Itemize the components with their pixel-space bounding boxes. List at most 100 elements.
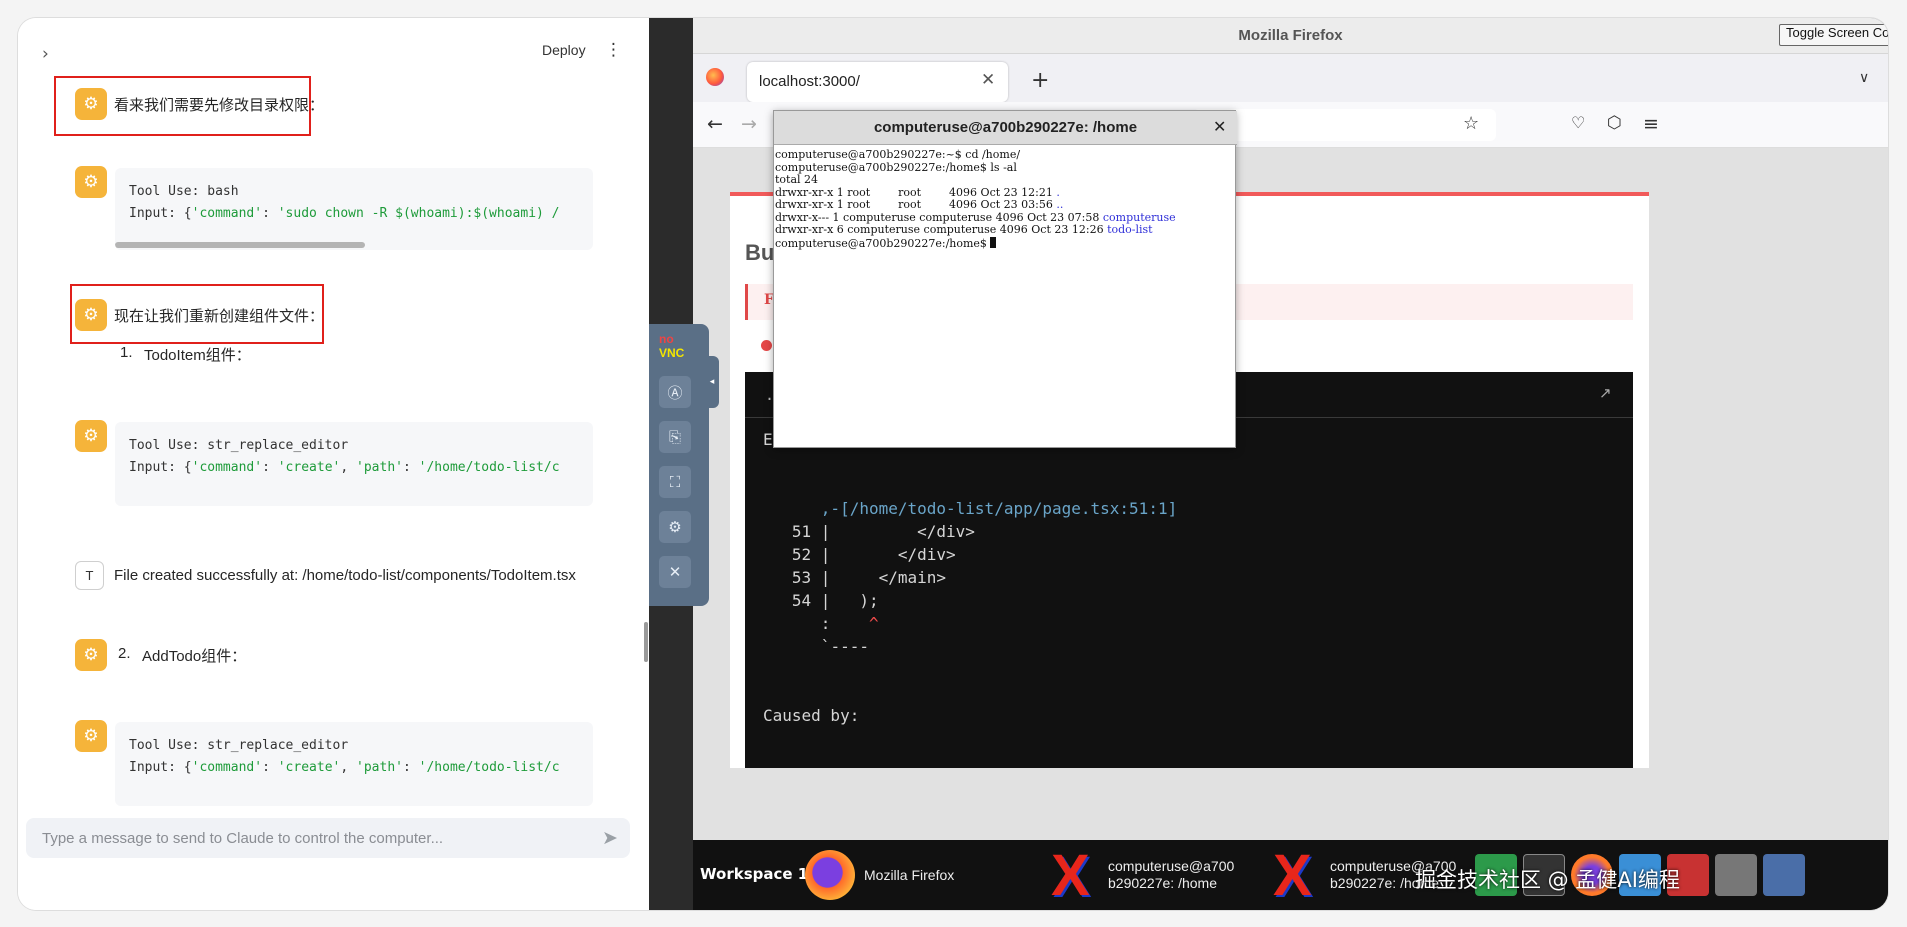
dir-entry-meta: drwxr-xr-x 6 computeruse computeruse 409…	[775, 223, 1108, 236]
back-icon[interactable]: ←	[707, 113, 723, 135]
assistant-avatar-icon: ⚙	[75, 88, 107, 120]
dir-entry-name: computeruse	[1102, 210, 1176, 224]
tool-input-key: 'path'	[356, 760, 403, 775]
url-bar[interactable]: ☆	[1193, 109, 1496, 141]
screen: › Deploy ⋮ ⚙ 看来我们需要先修改目录权限： ⚙ Tool Use: …	[0, 0, 1907, 927]
assistant-avatar-icon: ⚙	[75, 720, 107, 752]
error-path: ,-[/home/todo-list/app/page.tsx:51:1]	[820, 499, 1178, 518]
firefox-taskbar-icon[interactable]	[805, 850, 855, 900]
novnc-logo-vnc: VNC	[659, 346, 685, 360]
app-frame: › Deploy ⋮ ⚙ 看来我们需要先修改目录权限： ⚙ Tool Use: …	[18, 18, 1888, 910]
tool-use-line: Tool Use: bash	[129, 184, 239, 199]
xterm-taskbar-icon[interactable]: X	[1051, 847, 1101, 905]
clipboard-icon[interactable]: ⎘	[659, 421, 691, 453]
tool-use-block: Tool Use: str_replace_editor Input: {'co…	[115, 722, 593, 806]
terminal-line: computeruse@a700b290227e:/home$ ls -al	[775, 160, 1017, 174]
chat-input[interactable]	[26, 818, 586, 858]
new-tab-icon[interactable]: +	[1031, 68, 1049, 93]
workspace-label[interactable]: Workspace 1	[700, 865, 808, 883]
chat-panel: › Deploy ⋮ ⚙ 看来我们需要先修改目录权限： ⚙ Tool Use: …	[18, 18, 649, 910]
tool-input-value: 'sudo chown -R $(whoami):$(whoami) /	[277, 206, 560, 221]
firefox-window: Mozilla Firefox Toggle Screen Control ( …	[693, 18, 1888, 840]
xterm-title: computeruse@a700b290227e: /home	[873, 119, 1138, 136]
tool-use-block: Tool Use: bash Input: {'command': 'sudo …	[115, 168, 593, 250]
error-dot-icon	[761, 340, 772, 351]
caret-prefix: :	[791, 614, 869, 633]
novnc-control-bar: no VNC Ⓐ ⎘ ⛶ ⚙ ✕	[649, 324, 709, 606]
assistant-avatar-icon: ⚙	[75, 166, 107, 198]
novnc-logo: no VNC	[659, 332, 684, 360]
extensions-icon[interactable]: ⬡	[1607, 113, 1622, 133]
caused-by-label: Caused by:	[763, 706, 860, 725]
taskbar-label-line: b290227e: /home	[1108, 875, 1217, 891]
toggle-screen-control-button[interactable]: Toggle Screen Control (	[1779, 24, 1888, 46]
tool-input-key: 'command'	[191, 760, 263, 775]
xterm-taskbar-icon[interactable]: X	[1273, 847, 1323, 905]
terminal-prompt: computeruse@a700b290227e:/home$	[775, 236, 991, 250]
horizontal-scrollbar[interactable]	[115, 242, 365, 248]
code-line: 52 | </div>	[791, 545, 956, 564]
forward-icon[interactable]: →	[741, 113, 757, 135]
text-editor-icon[interactable]	[1715, 854, 1757, 896]
dir-entry-meta: drwxr-x--- 1 computeruse computeruse 409…	[775, 210, 1103, 224]
chat-scrollbar[interactable]	[644, 622, 648, 662]
firefox-taskbar-label[interactable]: Mozilla Firefox	[864, 867, 954, 884]
bookmark-star-icon[interactable]: ☆	[1463, 113, 1479, 134]
watermark-text: 掘金技术社区 @ 孟健AI编程	[1415, 868, 1680, 892]
tool-use-block: Tool Use: str_replace_editor Input: {'co…	[115, 422, 593, 506]
terminal-line: computeruse@a700b290227e:~$ cd /home/	[775, 148, 1021, 161]
dir-entry-meta: drwxr-xr-x 1 root root 4096 Oct 23 12:21	[775, 185, 1057, 199]
more-menu-icon[interactable]: ⋮	[605, 40, 622, 60]
tool-input-value: '/home/todo-list/c	[418, 460, 560, 475]
dir-entry-name: todo-list	[1107, 223, 1153, 236]
xterm-output[interactable]: computeruse@a700b290227e:~$ cd /home/ co…	[775, 148, 1176, 250]
tab-list-chevron-icon[interactable]: ∨	[1859, 70, 1869, 86]
tool-use-line: Tool Use: str_replace_editor	[129, 738, 349, 753]
disconnect-icon[interactable]: ✕	[659, 556, 691, 588]
list-item: TodoItem组件：	[144, 347, 251, 364]
xterm-window[interactable]: computeruse@a700b290227e: /home ✕ comput…	[773, 110, 1237, 448]
tool-use-line: Tool Use: str_replace_editor	[129, 438, 349, 453]
menu-icon[interactable]: ≡	[1643, 113, 1659, 135]
window-titlebar: Mozilla Firefox Toggle Screen Control (	[693, 18, 1888, 54]
code-line: `----	[791, 637, 869, 656]
deploy-button[interactable]: Deploy	[542, 42, 586, 58]
browser-tab[interactable]: localhost:3000/ ✕	[747, 62, 1008, 102]
tool-input-key: 'command'	[191, 460, 263, 475]
tool-input-sep: :	[262, 206, 278, 221]
close-icon[interactable]: ✕	[1213, 117, 1226, 136]
send-icon[interactable]: ➤	[602, 827, 618, 849]
fullscreen-icon[interactable]: ⛶	[659, 466, 691, 498]
tool-input-prefix: Input: {	[129, 760, 192, 775]
firefox-view-icon[interactable]	[706, 68, 724, 86]
pocket-icon[interactable]: ♡	[1571, 113, 1585, 132]
tool-result-message: File created successfully at: /home/todo…	[114, 567, 576, 584]
assistant-avatar-icon: ⚙	[75, 639, 107, 671]
settings-icon[interactable]: ⚙	[659, 511, 691, 543]
xterm-taskbar-label[interactable]: computeruse@a700 b290227e: /home	[1108, 858, 1234, 892]
tool-input-value: '/home/todo-list/c	[418, 760, 560, 775]
list-item: AddTodo组件：	[142, 648, 247, 665]
keyboard-icon[interactable]: Ⓐ	[659, 376, 691, 408]
tab-label: localhost:3000/	[759, 73, 860, 90]
error-caret: ^	[868, 614, 879, 633]
taskbar: Workspace 1 Mozilla Firefox X computerus…	[693, 840, 1888, 910]
dir-entry-name: .	[1056, 185, 1060, 199]
assistant-avatar-icon: ⚙	[75, 420, 107, 452]
terminal-cursor	[990, 236, 997, 248]
assistant-avatar-icon: ⚙	[75, 299, 107, 331]
close-tab-icon[interactable]: ✕	[981, 70, 995, 90]
sidebar-expand-icon[interactable]: ›	[42, 44, 49, 64]
code-line: 53 | </main>	[791, 568, 947, 587]
tool-result-avatar: T	[75, 561, 104, 590]
tool-input-value: 'create'	[277, 760, 341, 775]
open-external-icon[interactable]: ↗	[1599, 384, 1612, 402]
novnc-handle-icon[interactable]: ◂	[705, 356, 719, 408]
calculator-icon[interactable]	[1763, 854, 1805, 896]
xterm-titlebar[interactable]: computeruse@a700b290227e: /home ✕	[774, 111, 1237, 145]
tool-input-key: 'path'	[356, 460, 403, 475]
assistant-message: 看来我们需要先修改目录权限：	[114, 97, 325, 114]
tab-bar: localhost:3000/ ✕ + ∨	[693, 54, 1888, 102]
window-title: Mozilla Firefox	[1238, 27, 1343, 44]
tool-input-key: 'command'	[191, 206, 263, 221]
